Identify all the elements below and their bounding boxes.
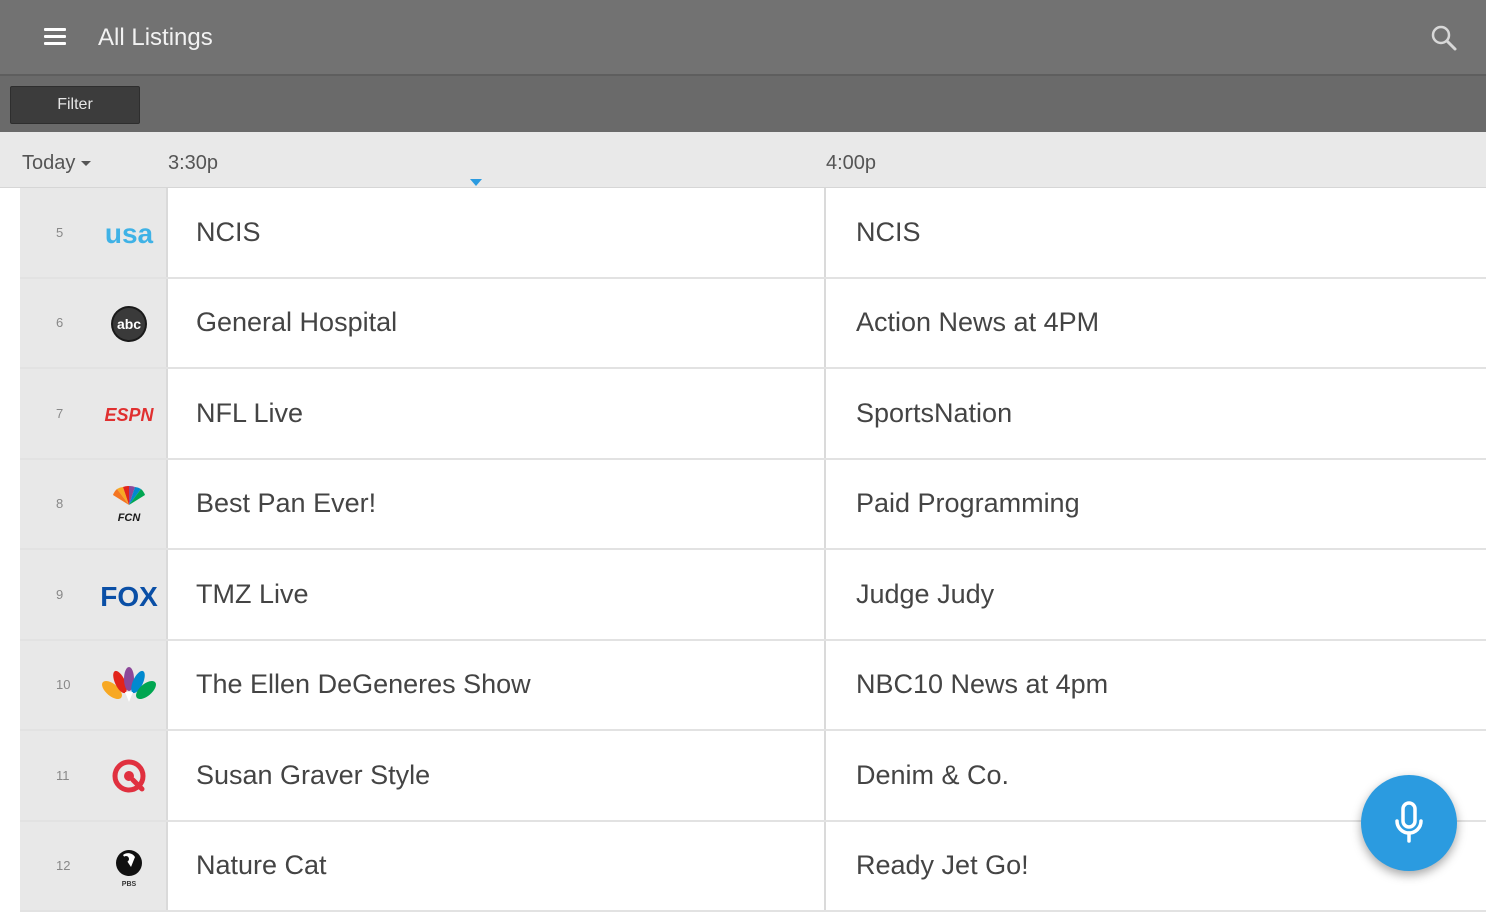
listing-row: 10 The Ellen DeGeneres Show NBC10 News a… (20, 641, 1486, 732)
logo-text: FCN (118, 512, 142, 524)
day-selector[interactable]: Today (22, 152, 91, 175)
usa-network-logo: usa (98, 208, 160, 258)
channel-cell[interactable]: 10 (20, 641, 168, 730)
day-label: Today (22, 152, 75, 175)
program-cell[interactable]: SportsNation (828, 369, 1486, 458)
listing-row: 7 ESPN NFL Live SportsNation (20, 369, 1486, 460)
channel-number: 10 (56, 641, 86, 730)
fox-logo: FOX (98, 570, 160, 620)
listing-row: 5 usa NCIS NCIS (20, 188, 1486, 279)
program-cell[interactable]: NCIS (828, 188, 1486, 277)
logo-text: abc (117, 316, 141, 332)
time-header: Today 3:30p 4:00p (0, 132, 1486, 188)
program-cell[interactable]: NFL Live (168, 369, 826, 458)
program-cell[interactable]: Nature Cat (168, 822, 826, 911)
channel-cell[interactable]: 6 abc (20, 279, 168, 368)
channel-cell[interactable]: 9 FOX (20, 550, 168, 639)
program-cell[interactable]: NBC10 News at 4pm (828, 641, 1486, 730)
program-cell[interactable]: General Hospital (168, 279, 826, 368)
program-cell[interactable]: NCIS (168, 188, 826, 277)
app-bar: All Listings (0, 0, 1486, 74)
channel-cell[interactable]: 7 ESPN (20, 369, 168, 458)
caret-down-icon (81, 161, 91, 166)
logo-text: PBS (122, 881, 137, 888)
channel-number: 11 (56, 731, 86, 820)
program-cell[interactable]: TMZ Live (168, 550, 826, 639)
channel-number: 9 (56, 550, 86, 639)
listings-grid: 5 usa NCIS NCIS 6 abc General Hospital A… (0, 188, 1486, 900)
listing-row: 12 PBS Nature Cat Ready Jet Go! (20, 822, 1486, 912)
nbc-peacock-fcn-logo: FCN (98, 480, 160, 530)
program-cell[interactable]: Judge Judy (828, 550, 1486, 639)
listing-row: 6 abc General Hospital Action News at 4P… (20, 279, 1486, 370)
channel-cell[interactable]: 11 (20, 731, 168, 820)
channel-cell[interactable]: 5 usa (20, 188, 168, 277)
filter-button[interactable]: Filter (10, 86, 140, 124)
channel-number: 5 (56, 188, 86, 277)
channel-number: 7 (56, 369, 86, 458)
channel-number: 12 (56, 822, 86, 911)
pbs-logo: PBS (98, 842, 160, 892)
time-slot-label: 4:00p (826, 152, 876, 175)
abc-logo: abc (98, 299, 160, 349)
logo-text: FOX (100, 581, 158, 611)
program-cell[interactable]: Best Pan Ever! (168, 460, 826, 549)
channel-cell[interactable]: 8 FCN (20, 460, 168, 549)
channel-number: 8 (56, 460, 86, 549)
page-title: All Listings (98, 24, 213, 52)
filter-bar: Filter (0, 74, 1486, 132)
program-cell[interactable]: Susan Graver Style (168, 731, 826, 820)
program-cell[interactable]: Paid Programming (828, 460, 1486, 549)
program-cell[interactable]: The Ellen DeGeneres Show (168, 641, 826, 730)
search-icon[interactable] (1430, 24, 1458, 52)
current-time-marker-icon (470, 179, 482, 186)
listing-row: 9 FOX TMZ Live Judge Judy (20, 550, 1486, 641)
program-cell[interactable]: Action News at 4PM (828, 279, 1486, 368)
listing-row: 8 FCN Best Pan Ever! Paid Programming (20, 460, 1486, 551)
voice-search-button[interactable] (1361, 775, 1457, 871)
nbc-peacock-logo (98, 661, 160, 711)
logo-text: ESPN (104, 405, 154, 425)
listing-row: 11 Susan Graver Style Denim & Co. (20, 731, 1486, 822)
channel-cell[interactable]: 12 PBS (20, 822, 168, 911)
qvc-logo (98, 751, 160, 801)
channel-number: 6 (56, 279, 86, 368)
time-slot-label: 3:30p (168, 152, 218, 175)
logo-text: usa (105, 218, 154, 248)
hamburger-menu-icon[interactable] (44, 28, 68, 46)
espn-logo: ESPN (98, 389, 160, 439)
microphone-icon (1389, 799, 1429, 847)
